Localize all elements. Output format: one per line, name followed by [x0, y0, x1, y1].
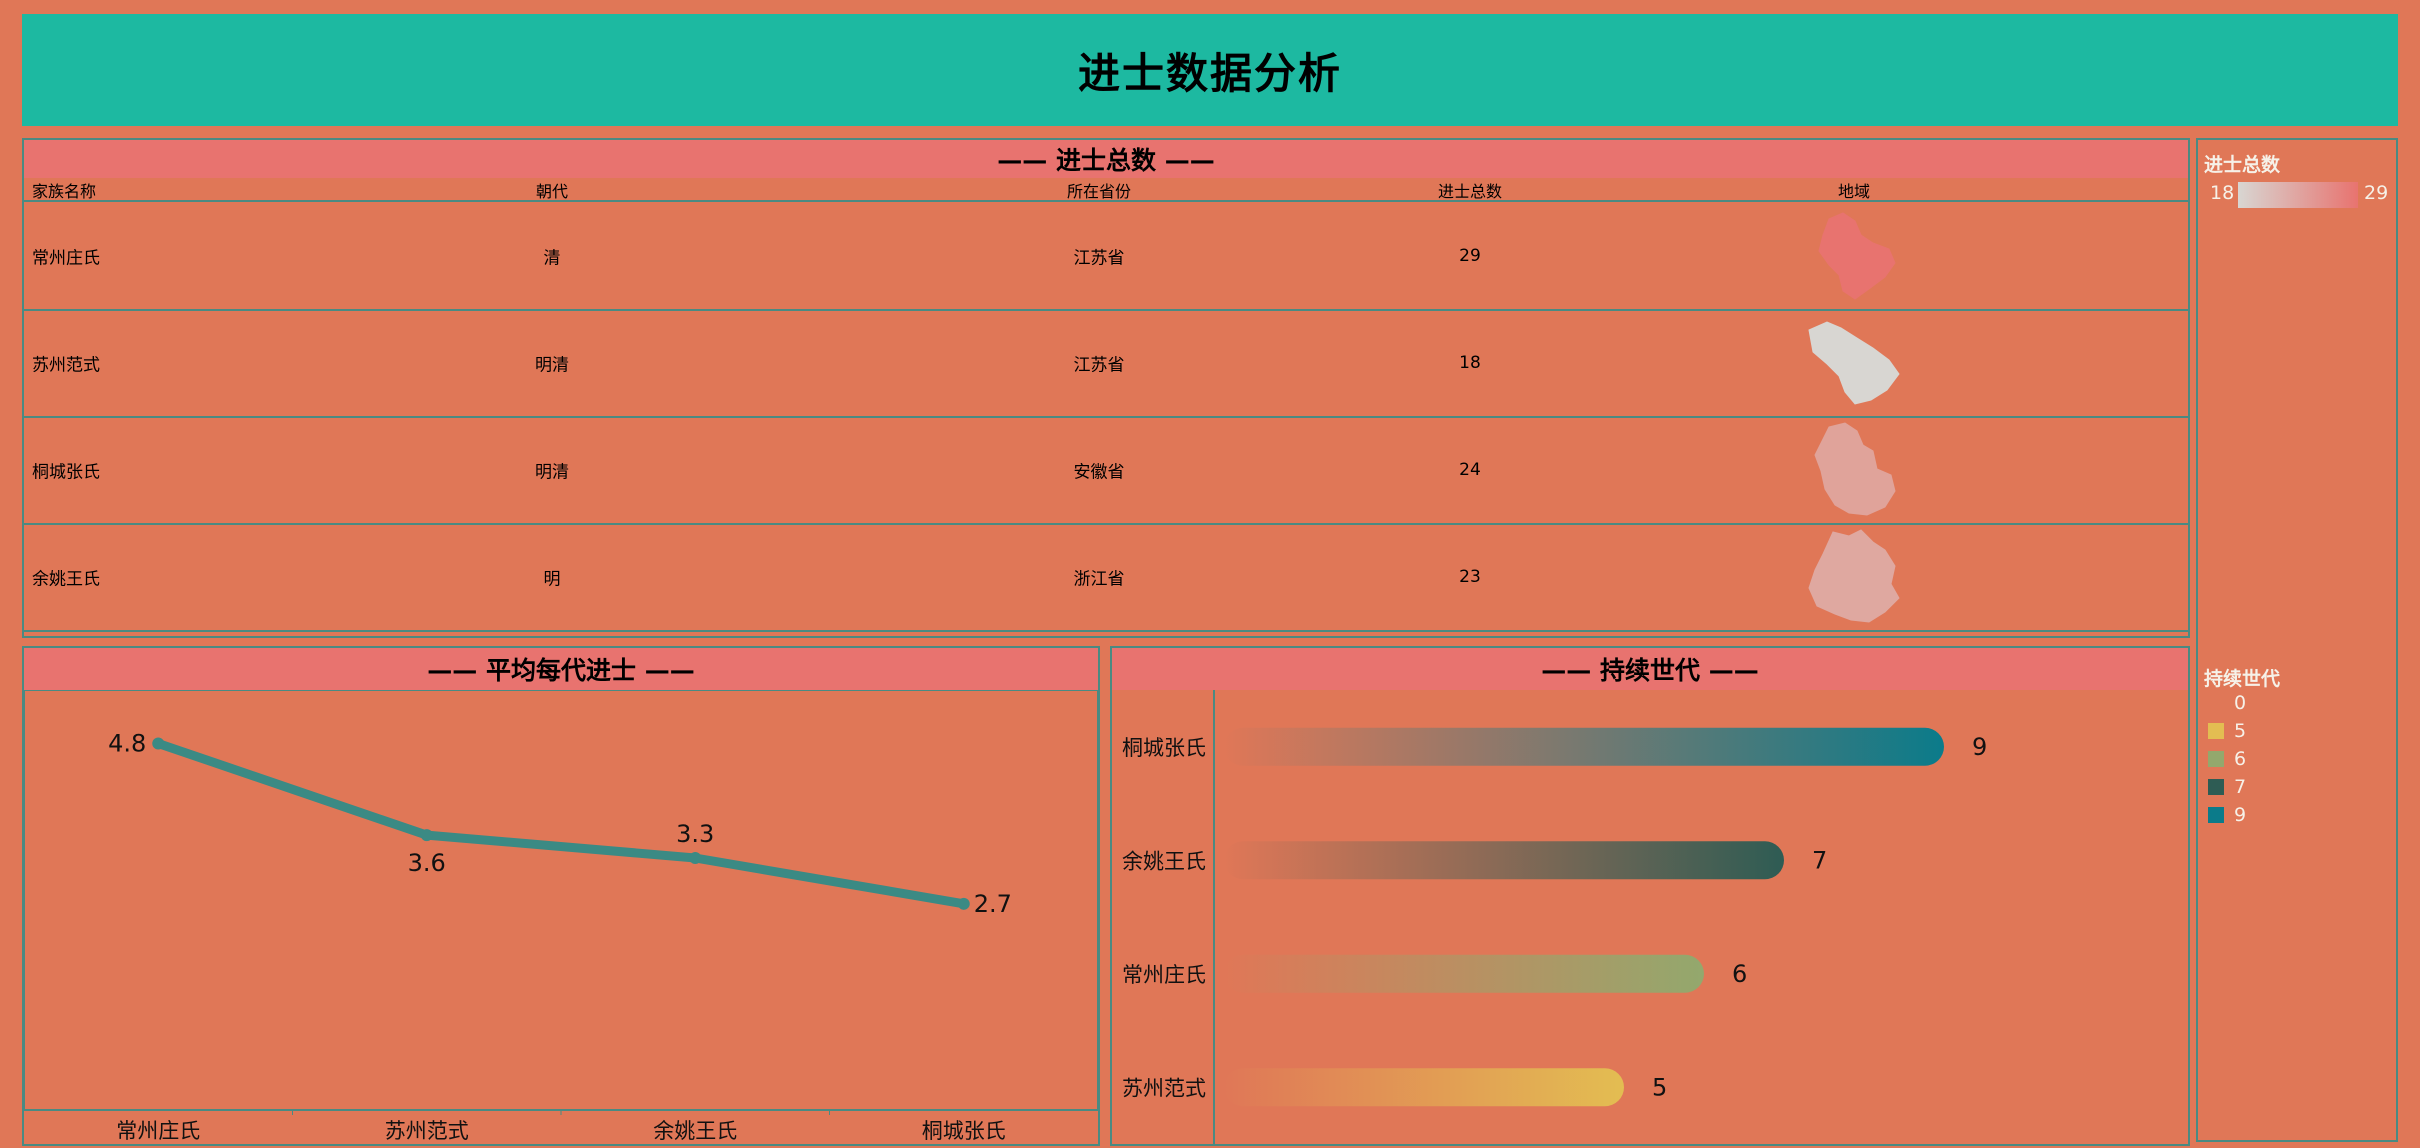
- gen-legend-item[interactable]: 5: [2208, 720, 2246, 742]
- province-shape[interactable]: [1808, 321, 1900, 405]
- gen-legend-item[interactable]: 9: [2208, 804, 2246, 826]
- legend-swatch: [2208, 751, 2224, 767]
- gen-legend-item[interactable]: 7: [2208, 776, 2246, 798]
- x-tick-label: 苏州范式: [385, 1119, 469, 1143]
- legend-label: 0: [2234, 692, 2247, 714]
- legend-swatch: [2208, 695, 2224, 711]
- gen-legend-item[interactable]: 0: [2208, 692, 2246, 714]
- province-shape[interactable]: [1808, 529, 1900, 623]
- legend-swatch: [2208, 779, 2224, 795]
- table-row: 常州庄氏 清 江苏省 29: [24, 202, 2188, 311]
- province-map[interactable]: [1794, 205, 1914, 305]
- header-bar: 进士数据分析: [22, 14, 2398, 126]
- table-title: —— 进士总数 ——: [24, 140, 2188, 178]
- data-label: 6: [1732, 960, 1747, 988]
- y-tick-label: 余姚王氏: [1122, 849, 1206, 873]
- legend-label: 5: [2234, 720, 2247, 742]
- province-map[interactable]: [1794, 419, 1914, 519]
- col-header-dynasty: 朝代: [535, 182, 569, 201]
- line-chart: 4.8 3.6 3.3 2.7 常州庄氏 苏州范式 余姚王氏 桐城张氏: [24, 690, 1098, 1143]
- total-legend-min: 18: [2210, 182, 2235, 204]
- total-table-panel: —— 进士总数 —— 家族名称 朝代 所在省份 进士总数 地域 常州庄氏清江苏省…: [22, 138, 2190, 638]
- province-shape[interactable]: [1818, 212, 1896, 300]
- y-tick-label: 苏州范式: [1122, 1076, 1206, 1100]
- bar-chart: 9 桐城张氏 7 余姚王氏 6 常州庄氏 5 苏州范式: [1122, 690, 1987, 1144]
- legend-label: 7: [2234, 776, 2247, 798]
- table-row: 苏州范式 明清 江苏省 18: [24, 309, 2188, 418]
- data-point: [689, 852, 702, 864]
- family-cell: 苏州范式: [32, 355, 100, 375]
- bar: [1224, 841, 1784, 880]
- family-cell: 余姚王氏: [32, 569, 100, 589]
- total-legend-title: 进士总数: [2204, 154, 2281, 176]
- legend-swatch: [2208, 723, 2224, 739]
- y-tick-label: 桐城张氏: [1122, 736, 1206, 760]
- bar: [1224, 1068, 1624, 1107]
- total-cell: 23: [1459, 566, 1481, 587]
- bar-chart-title: —— 持续世代 ——: [1112, 648, 2188, 690]
- total-legend-max: 29: [2364, 182, 2389, 204]
- family-cell: 常州庄氏: [32, 248, 100, 268]
- province-cell: 江苏省: [1073, 355, 1125, 375]
- data-label: 9: [1972, 733, 1987, 761]
- generations-panel: —— 持续世代 —— 9 桐城张氏 7 余姚王氏 6 常州庄氏 5 苏州范式: [1110, 646, 2190, 1146]
- province-cell: 安徽省: [1073, 462, 1125, 482]
- province-map[interactable]: [1794, 312, 1914, 412]
- col-header-province: 所在省份: [1066, 182, 1132, 201]
- x-tick-label: 桐城张氏: [922, 1119, 1006, 1143]
- x-tick-label: 余姚王氏: [653, 1119, 737, 1143]
- data-label: 7: [1812, 846, 1827, 874]
- dynasty-cell: 清: [543, 248, 561, 268]
- data-point: [152, 737, 165, 750]
- province-map[interactable]: [1794, 526, 1914, 626]
- col-header-region: 地域: [1837, 182, 1871, 201]
- legend-swatch: [2208, 807, 2224, 823]
- data-point: [957, 897, 970, 910]
- data-label: 4.8: [108, 729, 146, 757]
- gen-legend-item[interactable]: 6: [2208, 748, 2246, 770]
- family-cell: 桐城张氏: [32, 462, 100, 482]
- data-label: 2.7: [974, 890, 1012, 918]
- table-row: 桐城张氏 明清 安徽省 24: [24, 416, 2188, 525]
- table-header-row: 家族名称 朝代 所在省份 进士总数 地域: [24, 178, 2188, 202]
- series-line: [153, 738, 969, 909]
- dynasty-cell: 明清: [535, 355, 569, 375]
- total-cell: 18: [1459, 352, 1481, 373]
- gen-legend-title: 持续世代: [2204, 668, 2281, 690]
- province-cell: 江苏省: [1073, 248, 1125, 268]
- legend-panel: 进士总数 18 29 持续世代 0 5 6 7 9: [2196, 138, 2398, 1142]
- total-cell: 24: [1459, 459, 1481, 480]
- legend-label: 9: [2234, 804, 2247, 826]
- dynasty-cell: 明清: [535, 462, 569, 482]
- col-header-family: 家族名称: [32, 182, 97, 201]
- line-chart-title: —— 平均每代进士 ——: [24, 648, 1098, 690]
- y-tick-label: 常州庄氏: [1122, 963, 1206, 987]
- bar: [1224, 727, 1944, 766]
- x-tick-label: 常州庄氏: [116, 1119, 200, 1143]
- legend-label: 6: [2234, 748, 2247, 770]
- dynasty-cell: 明: [543, 569, 561, 589]
- data-label: 3.6: [408, 849, 446, 877]
- data-point: [420, 829, 433, 842]
- data-label: 5: [1652, 1073, 1667, 1101]
- data-label: 3.3: [676, 820, 714, 848]
- table-row: 余姚王氏 明 浙江省 23: [24, 523, 2188, 632]
- col-header-total: 进士总数: [1437, 182, 1503, 201]
- avg-per-generation-panel: —— 平均每代进士 —— 4.8 3.6 3.3 2.7 常州庄氏 苏州范式 余姚王氏 桐城张…: [22, 646, 1100, 1146]
- province-shape[interactable]: [1814, 422, 1896, 516]
- total-legend-gradient[interactable]: [2238, 182, 2358, 208]
- province-cell: 浙江省: [1073, 569, 1125, 589]
- page-title: 进士数据分析: [1077, 48, 1342, 98]
- total-cell: 29: [1459, 245, 1481, 266]
- bar: [1224, 954, 1704, 993]
